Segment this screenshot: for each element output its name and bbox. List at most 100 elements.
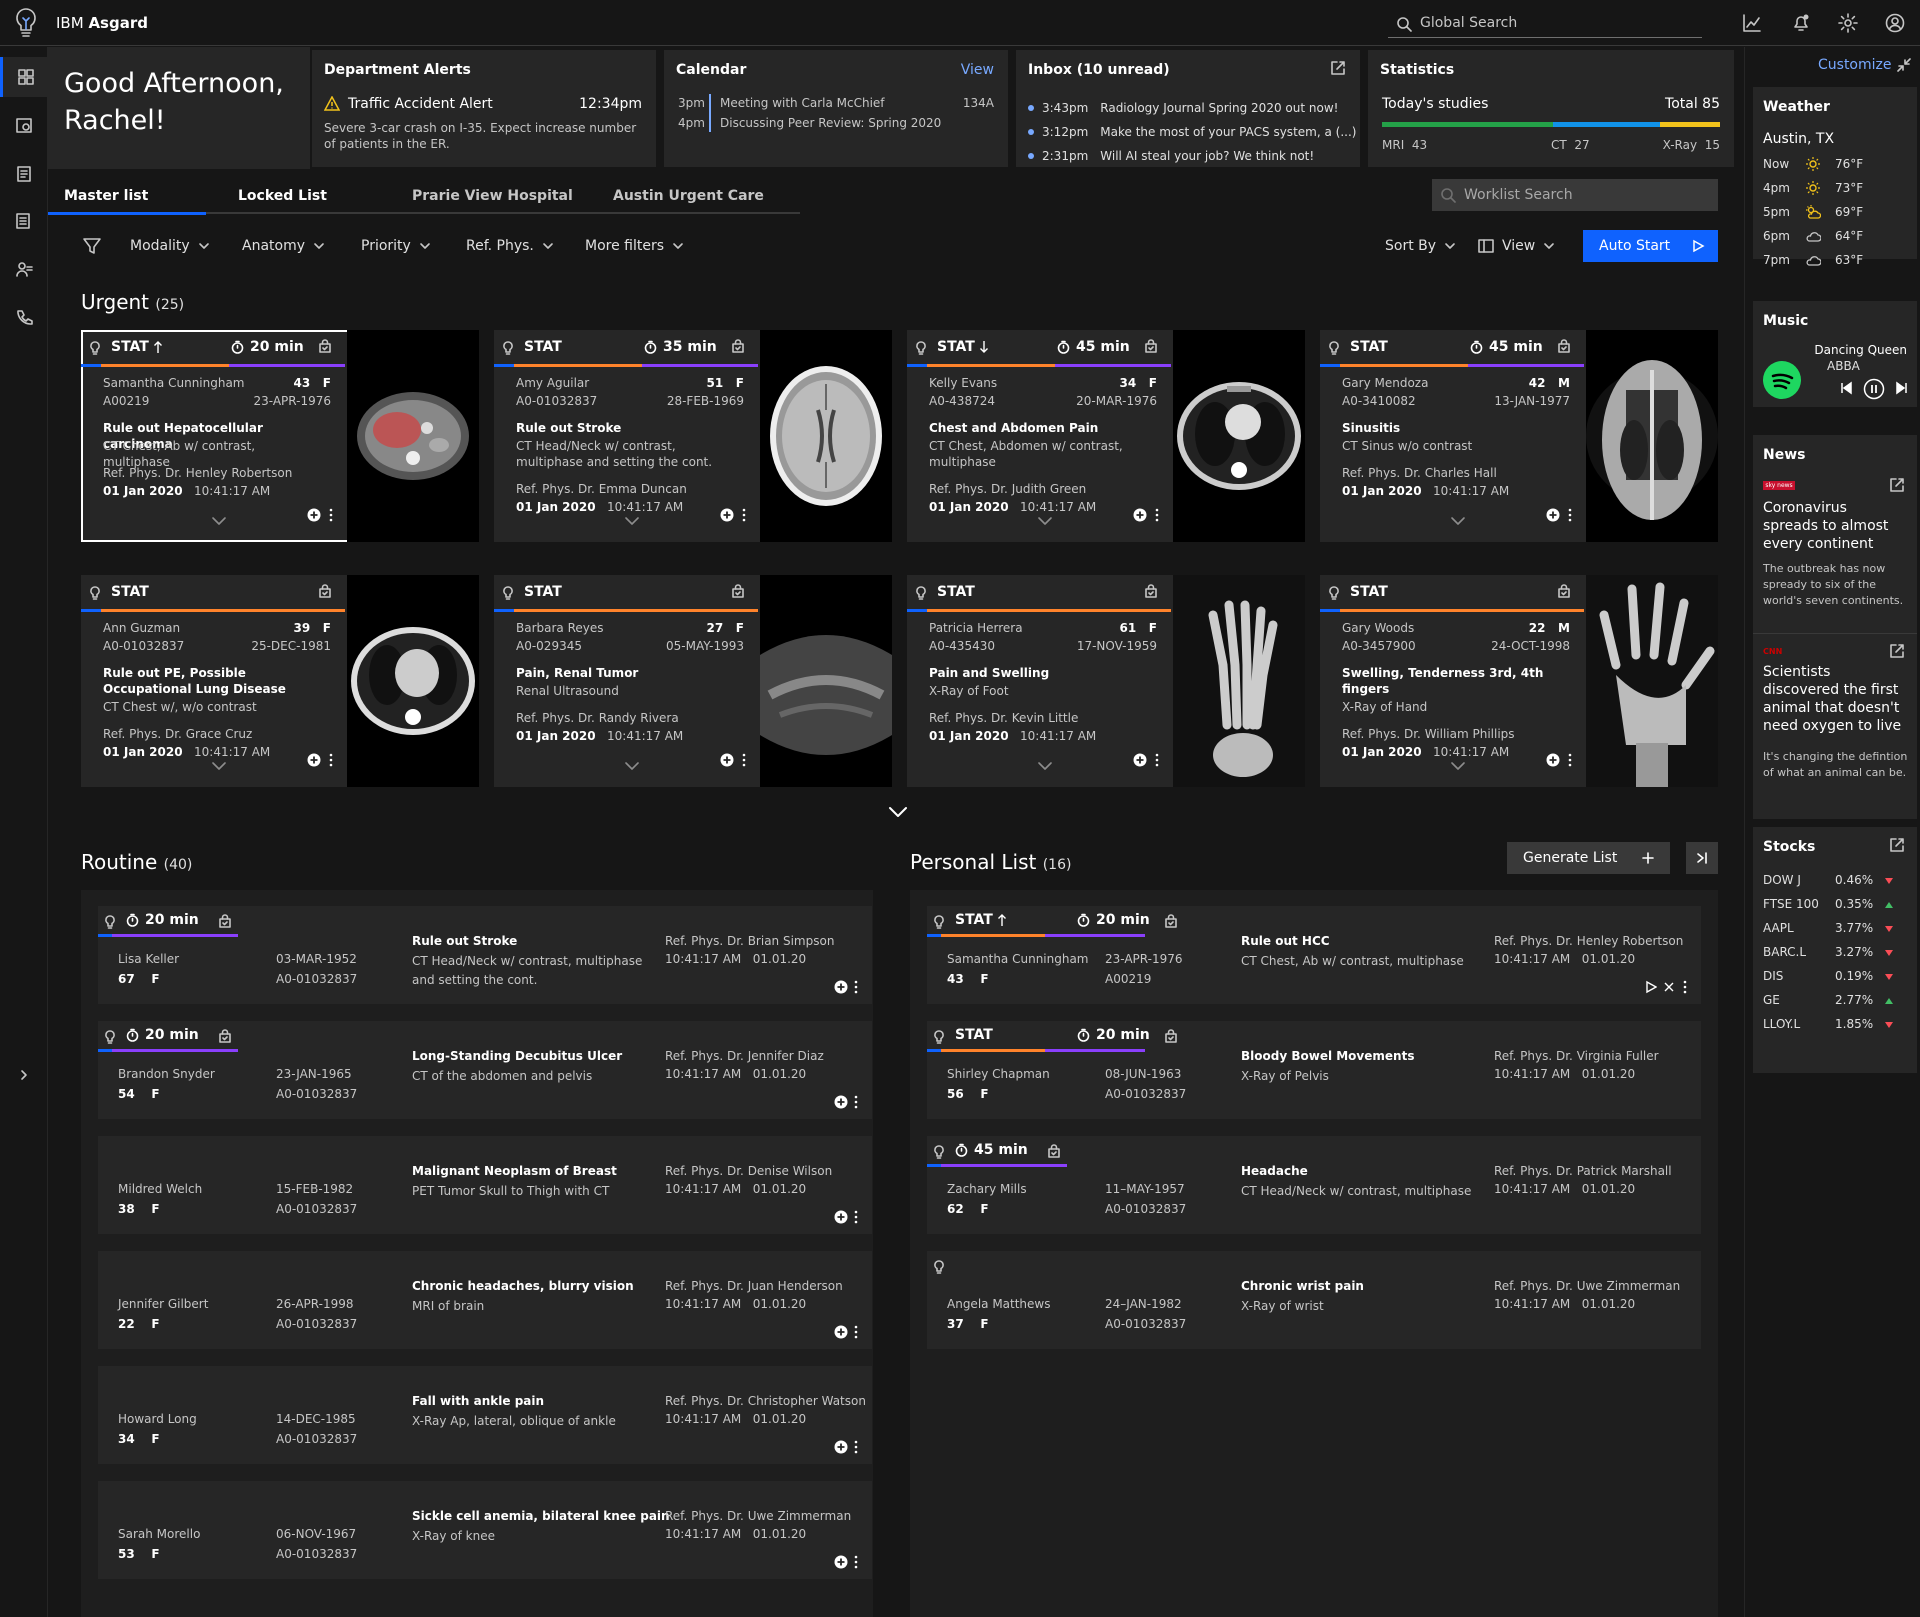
- add-icon[interactable]: [1133, 753, 1147, 767]
- rail-phone-icon[interactable]: [0, 297, 48, 337]
- overflow-menu-icon[interactable]: [854, 1210, 858, 1224]
- lock-study-icon[interactable]: [1164, 914, 1178, 928]
- add-icon[interactable]: [834, 1440, 848, 1454]
- overflow-menu-icon[interactable]: [1683, 980, 1687, 994]
- tab-locked-list[interactable]: Locked List: [238, 188, 327, 204]
- overflow-menu-icon[interactable]: [1568, 753, 1572, 767]
- previous-track-icon[interactable]: [1839, 381, 1853, 395]
- inbox-item[interactable]: 2:31pm Will AI steal your job? We think n…: [1028, 144, 1358, 168]
- anatomy-filter[interactable]: Anatomy: [242, 238, 325, 254]
- urgent-card[interactable]: STAT 45 min Kelly Evans 34 F A0-438724 2…: [907, 330, 1305, 542]
- overflow-menu-icon[interactable]: [742, 508, 746, 522]
- list-item[interactable]: Sarah Morello 53 F 06-NOV-1967 A0-010328…: [98, 1481, 872, 1579]
- study-thumbnail-image[interactable]: [347, 575, 479, 787]
- lock-study-icon[interactable]: [731, 584, 745, 598]
- urgent-card[interactable]: STAT Patricia Herrera 61 F A0-435430 17-…: [907, 575, 1305, 787]
- add-icon[interactable]: [834, 1325, 848, 1339]
- tab-prarie-view-hospital[interactable]: Prarie View Hospital: [412, 188, 573, 204]
- overflow-menu-icon[interactable]: [854, 1325, 858, 1339]
- notification-icon[interactable]: [1791, 13, 1811, 33]
- rail-reports-icon[interactable]: [0, 201, 48, 241]
- add-icon[interactable]: [1133, 508, 1147, 522]
- priority-filter[interactable]: Priority: [361, 238, 431, 254]
- expand-chevron-icon[interactable]: [1450, 516, 1466, 526]
- alert-item-title[interactable]: Traffic Accident Alert: [348, 96, 493, 112]
- add-icon[interactable]: [1546, 753, 1560, 767]
- urgent-card[interactable]: STAT 35 min Amy Aguilar 51 F A0-01032837…: [494, 330, 892, 542]
- inbox-item[interactable]: 3:12pm Make the most of your PACS system,…: [1028, 120, 1358, 144]
- launch-icon[interactable]: [1889, 477, 1905, 493]
- add-icon[interactable]: [834, 1555, 848, 1569]
- more-filters[interactable]: More filters: [585, 238, 684, 254]
- list-item[interactable]: Jennifer Gilbert 22 F 26-APR-1998 A0-010…: [98, 1251, 872, 1349]
- study-thumbnail-image[interactable]: [760, 575, 892, 787]
- add-icon[interactable]: [834, 1210, 848, 1224]
- gear-icon[interactable]: [1838, 13, 1858, 33]
- global-search[interactable]: Global Search: [1388, 10, 1702, 38]
- expand-chevron-icon[interactable]: [211, 761, 227, 771]
- list-item[interactable]: Mildred Welch 38 F 15-FEB-1982 A0-010328…: [98, 1136, 872, 1234]
- generate-list-button[interactable]: Generate List: [1507, 842, 1670, 874]
- list-item[interactable]: 20 min Brandon Snyder 54 F 23-JAN-1965 A…: [98, 1021, 872, 1119]
- add-icon[interactable]: [307, 753, 321, 767]
- analytics-icon[interactable]: [1742, 13, 1762, 33]
- study-thumbnail-image[interactable]: [760, 330, 892, 542]
- expand-chevron-icon[interactable]: [211, 516, 227, 526]
- view-dropdown[interactable]: View: [1478, 238, 1555, 254]
- study-thumbnail-image[interactable]: [1586, 330, 1718, 542]
- study-thumbnail-image[interactable]: [1173, 330, 1305, 542]
- expand-chevron-icon[interactable]: [1037, 516, 1053, 526]
- next-track-icon[interactable]: [1895, 381, 1909, 395]
- lock-study-icon[interactable]: [1164, 1029, 1178, 1043]
- urgent-card[interactable]: STAT Ann Guzman 39 F A0-01032837 25-DEC-…: [81, 575, 479, 787]
- add-icon[interactable]: [720, 753, 734, 767]
- expand-chevron-icon[interactable]: [1037, 761, 1053, 771]
- add-icon[interactable]: [307, 508, 321, 522]
- lock-study-icon[interactable]: [1557, 584, 1571, 598]
- overflow-menu-icon[interactable]: [854, 1440, 858, 1454]
- lock-study-icon[interactable]: [1144, 584, 1158, 598]
- rail-schedule-icon[interactable]: [0, 105, 48, 145]
- list-item[interactable]: STAT 20 min Shirley Chapman 56 F 08-JUN-…: [927, 1021, 1701, 1119]
- launch-icon[interactable]: [1330, 60, 1346, 76]
- calendar-view-link[interactable]: View: [961, 62, 994, 78]
- add-icon[interactable]: [720, 508, 734, 522]
- customize-link[interactable]: Customize: [1818, 57, 1892, 73]
- tab-austin-urgent-care[interactable]: Austin Urgent Care: [613, 188, 764, 204]
- urgent-expand-chevron-icon[interactable]: [888, 806, 908, 818]
- add-icon[interactable]: [834, 980, 848, 994]
- expand-chevron-icon[interactable]: [624, 761, 640, 771]
- overflow-menu-icon[interactable]: [854, 1555, 858, 1569]
- lock-study-icon[interactable]: [318, 339, 332, 353]
- calendar-event-1[interactable]: Meeting with Carla McChief: [720, 96, 885, 110]
- ibm-bulb-logo-icon[interactable]: [12, 6, 40, 40]
- study-thumbnail-image[interactable]: [1586, 575, 1718, 787]
- minimize-icon[interactable]: [1897, 58, 1911, 72]
- urgent-card[interactable]: STAT Barbara Reyes 27 F A0-029345 05-MAY…: [494, 575, 892, 787]
- filter-icon[interactable]: [82, 236, 102, 256]
- lock-study-icon[interactable]: [218, 1029, 232, 1043]
- play-icon[interactable]: [1645, 980, 1657, 994]
- sort-by-dropdown[interactable]: Sort By: [1385, 238, 1456, 254]
- list-item[interactable]: Angela Matthews 37 F 24–JAN-1982 A0-0103…: [927, 1251, 1701, 1349]
- list-item[interactable]: STAT 20 min Samantha Cunningham 43 F 23-…: [927, 906, 1701, 1004]
- expand-chevron-icon[interactable]: [624, 516, 640, 526]
- urgent-card[interactable]: STAT Gary Woods 22 M A0-3457900 24-OCT-1…: [1320, 575, 1718, 787]
- study-thumbnail-image[interactable]: [1173, 575, 1305, 787]
- auto-start-button[interactable]: Auto Start: [1583, 230, 1718, 262]
- rail-dashboard-icon[interactable]: [0, 57, 48, 97]
- lock-study-icon[interactable]: [731, 339, 745, 353]
- add-icon[interactable]: [834, 1095, 848, 1109]
- lock-study-icon[interactable]: [1144, 339, 1158, 353]
- lock-study-icon[interactable]: [1047, 1144, 1061, 1158]
- add-icon[interactable]: [1546, 508, 1560, 522]
- modality-filter[interactable]: Modality: [130, 238, 210, 254]
- overflow-menu-icon[interactable]: [1155, 753, 1159, 767]
- overflow-menu-icon[interactable]: [742, 753, 746, 767]
- urgent-card[interactable]: STAT 45 min Gary Mendoza 42 M A0-3410082…: [1320, 330, 1718, 542]
- overflow-menu-icon[interactable]: [854, 980, 858, 994]
- close-icon[interactable]: [1663, 981, 1675, 993]
- news-headline-1[interactable]: Coronavirus spreads to almost every cont…: [1763, 499, 1903, 553]
- lock-study-icon[interactable]: [1557, 339, 1571, 353]
- worklist-search[interactable]: Worklist Search: [1432, 179, 1718, 211]
